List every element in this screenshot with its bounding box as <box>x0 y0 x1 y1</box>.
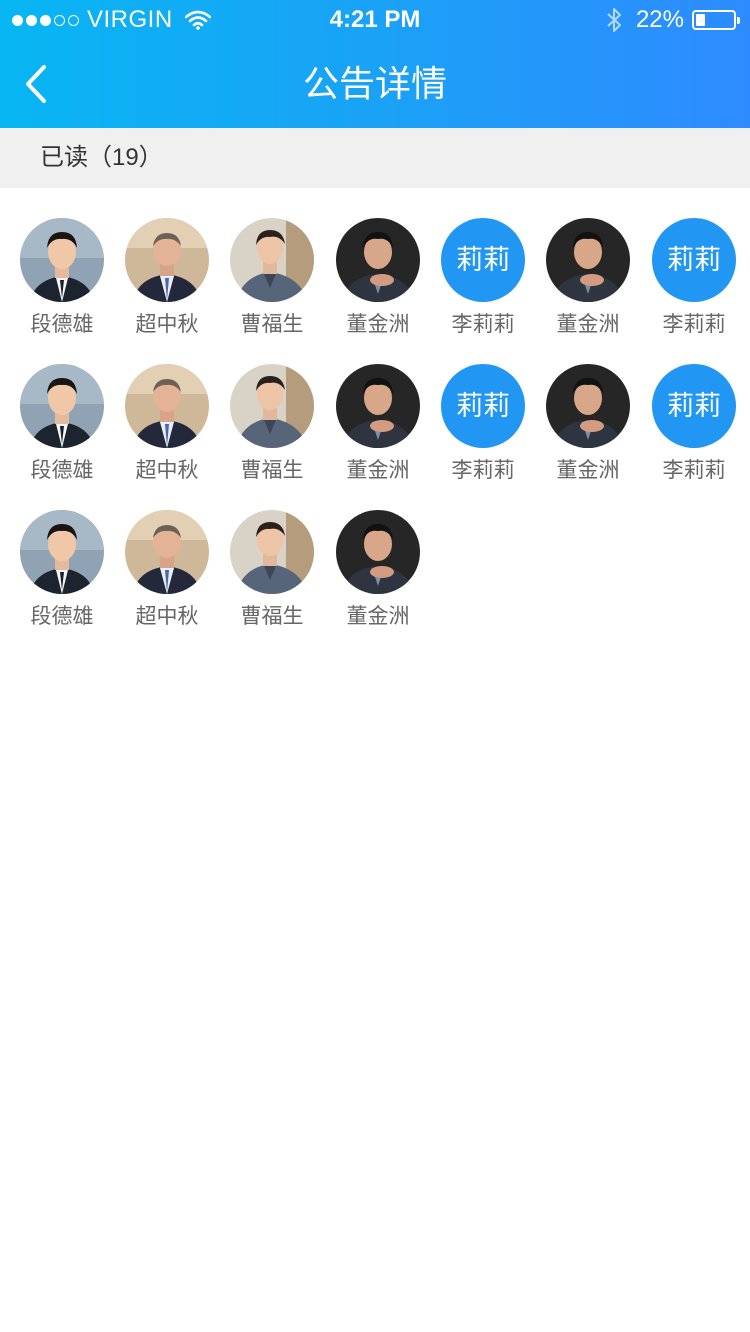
reader-item[interactable]: 董金洲 <box>538 364 638 484</box>
read-count-bar: 已读（19） <box>0 128 750 188</box>
reader-item[interactable]: 莉莉 李莉莉 <box>433 364 533 484</box>
reader-name: 曹福生 <box>240 605 304 628</box>
avatar: 莉莉 <box>652 218 736 302</box>
avatar <box>20 364 104 448</box>
reader-name: 李莉莉 <box>662 459 726 482</box>
avatar: 莉莉 <box>441 364 525 448</box>
reader-name: 曹福生 <box>240 459 304 482</box>
reader-item[interactable]: 段德雄 <box>12 510 112 630</box>
reader-item[interactable]: 曹福生 <box>222 510 322 630</box>
reader-name: 超中秋 <box>135 605 199 628</box>
bluetooth-icon <box>606 7 622 33</box>
reader-name: 李莉莉 <box>451 459 515 482</box>
reader-name: 董金洲 <box>346 605 410 628</box>
avatar <box>336 218 420 302</box>
battery-icon <box>692 10 740 30</box>
reader-item[interactable]: 董金洲 <box>538 218 638 338</box>
page-title: 公告详情 <box>302 63 447 104</box>
reader-name: 段德雄 <box>30 459 94 482</box>
avatar <box>336 510 420 594</box>
reader-name: 段德雄 <box>30 605 94 628</box>
reader-item[interactable]: 莉莉 李莉莉 <box>644 364 744 484</box>
battery-percentage: 22% <box>635 6 684 33</box>
reader-item[interactable]: 董金洲 <box>328 218 428 338</box>
avatar <box>20 510 104 594</box>
reader-name: 曹福生 <box>240 313 304 336</box>
avatar <box>125 218 209 302</box>
reader-name: 段德雄 <box>30 313 94 336</box>
reader-item[interactable]: 董金洲 <box>328 364 428 484</box>
reader-name: 董金洲 <box>346 459 410 482</box>
reader-item[interactable]: 段德雄 <box>12 218 112 338</box>
avatar-initials: 莉莉 <box>456 245 510 275</box>
status-bar: VIRGIN 4:21 PM 22% <box>0 0 750 40</box>
reader-item[interactable]: 段德雄 <box>12 364 112 484</box>
reader-name: 董金洲 <box>556 459 620 482</box>
avatar <box>230 364 314 448</box>
avatar <box>20 218 104 302</box>
read-count-label: 已读（19） <box>40 144 163 171</box>
avatar <box>230 218 314 302</box>
reader-name: 李莉莉 <box>451 313 515 336</box>
nav-bar: 公告详情 <box>0 40 750 128</box>
avatar <box>230 510 314 594</box>
avatar-initials: 莉莉 <box>456 391 510 421</box>
reader-name: 董金洲 <box>556 313 620 336</box>
reader-name: 李莉莉 <box>662 313 726 336</box>
reader-item[interactable]: 莉莉 李莉莉 <box>644 218 744 338</box>
reader-item[interactable]: 超中秋 <box>117 510 217 630</box>
app-header: VIRGIN 4:21 PM 22% 公告详情 <box>0 0 750 128</box>
reader-name: 超中秋 <box>135 313 199 336</box>
reader-item[interactable]: 超中秋 <box>117 364 217 484</box>
reader-name: 董金洲 <box>346 313 410 336</box>
reader-item[interactable]: 曹福生 <box>222 218 322 338</box>
avatar: 莉莉 <box>441 218 525 302</box>
avatar <box>125 510 209 594</box>
reader-name: 超中秋 <box>135 459 199 482</box>
avatar: 莉莉 <box>652 364 736 448</box>
avatar <box>336 364 420 448</box>
reader-item[interactable]: 超中秋 <box>117 218 217 338</box>
avatar-initials: 莉莉 <box>667 245 721 275</box>
avatar-initials: 莉莉 <box>667 391 721 421</box>
avatar <box>125 364 209 448</box>
avatar <box>546 218 630 302</box>
reader-item[interactable]: 莉莉 李莉莉 <box>433 218 533 338</box>
reader-item[interactable]: 曹福生 <box>222 364 322 484</box>
avatar <box>546 364 630 448</box>
reader-item[interactable]: 董金洲 <box>328 510 428 630</box>
